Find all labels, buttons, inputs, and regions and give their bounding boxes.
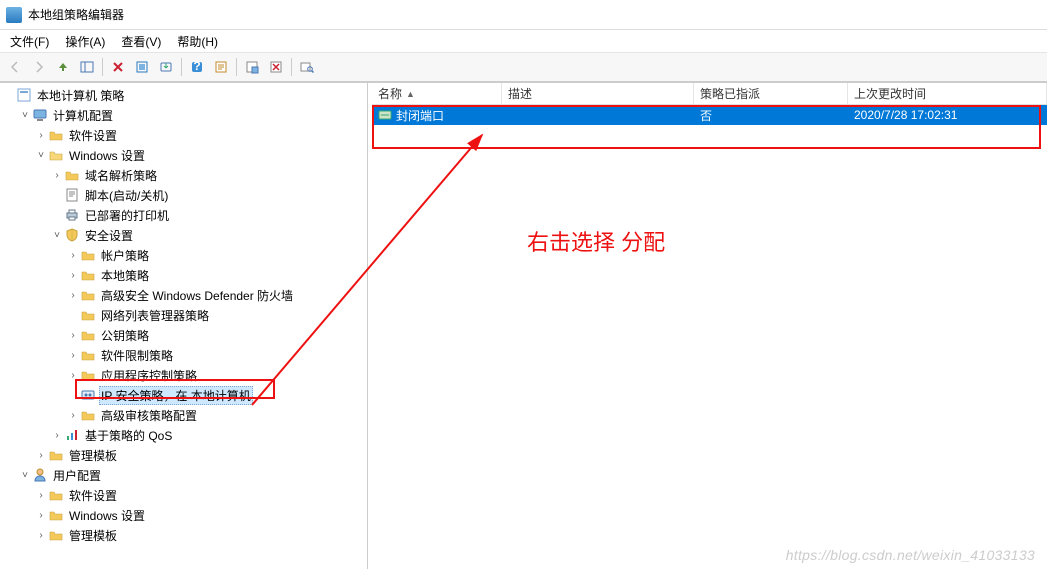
export-icon[interactable] xyxy=(155,56,177,78)
list-row[interactable]: 封闭端口 否 2020/7/28 17:02:31 xyxy=(372,105,1047,125)
folder-icon xyxy=(48,527,64,543)
menu-file[interactable]: 文件(F) xyxy=(4,31,55,52)
list-pane: 名称▲ 描述 策略已指派 上次更改时间 封闭端口 否 2020/7/28 17:… xyxy=(372,83,1047,569)
folder-icon xyxy=(80,247,96,263)
tree-user-software-settings[interactable]: ›软件设置 xyxy=(0,485,367,505)
list-body[interactable]: 封闭端口 否 2020/7/28 17:02:31 右击选择 分配 xyxy=(372,105,1047,569)
policy-icon xyxy=(16,87,32,103)
folder-icon xyxy=(48,447,64,463)
back-icon[interactable] xyxy=(4,56,26,78)
cell-name: 封闭端口 xyxy=(372,107,502,124)
folder-icon xyxy=(80,367,96,383)
toolbar: ? xyxy=(0,52,1047,82)
cell-assigned: 否 xyxy=(694,107,848,124)
cell-last-change: 2020/7/28 17:02:31 xyxy=(848,108,1047,122)
folder-icon xyxy=(80,307,96,323)
help-icon[interactable]: ? xyxy=(186,56,208,78)
tree-defender-firewall[interactable]: ›高级安全 Windows Defender 防火墙 xyxy=(0,285,367,305)
ipsec-icon xyxy=(80,387,96,403)
tree-user-windows-settings[interactable]: ›Windows 设置 xyxy=(0,505,367,525)
toolbar-separator xyxy=(102,58,103,76)
app-icon xyxy=(6,7,22,23)
folder-icon xyxy=(80,267,96,283)
menu-action[interactable]: 操作(A) xyxy=(59,31,111,52)
col-assigned[interactable]: 策略已指派 xyxy=(694,83,848,104)
properties-icon[interactable] xyxy=(210,56,232,78)
toolbar-separator-2 xyxy=(181,58,182,76)
forward-icon[interactable] xyxy=(28,56,50,78)
computer-icon xyxy=(32,107,48,123)
find-icon[interactable] xyxy=(296,56,318,78)
tree-local-policy[interactable]: ›本地策略 xyxy=(0,265,367,285)
menu-view[interactable]: 查看(V) xyxy=(115,31,167,52)
folder-icon xyxy=(80,407,96,423)
tree-account-policy[interactable]: ›帐户策略 xyxy=(0,245,367,265)
tree-ip-security[interactable]: ▸IP 安全策略，在 本地计算机 xyxy=(0,385,367,405)
tree-qos[interactable]: ›基于策略的 QoS xyxy=(0,425,367,445)
policy-item-icon xyxy=(378,108,392,122)
folder-open-icon xyxy=(48,147,64,163)
folder-icon xyxy=(48,127,64,143)
tree-dns-policy[interactable]: ›域名解析策略 xyxy=(0,165,367,185)
tree-scripts[interactable]: ▸脚本(启动/关机) xyxy=(0,185,367,205)
delete-icon[interactable] xyxy=(107,56,129,78)
tree-user-config[interactable]: ˅用户配置 xyxy=(0,465,367,485)
tree-netlist-manager[interactable]: ▸网络列表管理器策略 xyxy=(0,305,367,325)
col-desc[interactable]: 描述 xyxy=(502,83,694,104)
filter-icon[interactable] xyxy=(241,56,263,78)
tree-software-restriction[interactable]: ›软件限制策略 xyxy=(0,345,367,365)
tree-user-admin-templates[interactable]: ›管理模板 xyxy=(0,525,367,545)
sort-asc-icon: ▲ xyxy=(406,89,415,99)
tree-adv-audit[interactable]: ›高级审核策略配置 xyxy=(0,405,367,425)
tree-app-control[interactable]: ›应用程序控制策略 xyxy=(0,365,367,385)
refresh-icon[interactable] xyxy=(131,56,153,78)
tree-pane[interactable]: ▸本地计算机 策略 ˅计算机配置 ›软件设置 ˅Windows 设置 ›域名解析… xyxy=(0,83,368,569)
folder-icon xyxy=(48,487,64,503)
printer-icon xyxy=(64,207,80,223)
show-hide-icon[interactable] xyxy=(76,56,98,78)
annotation-instruction: 右击选择 分配 xyxy=(527,225,665,257)
up-icon[interactable] xyxy=(52,56,74,78)
col-last-change[interactable]: 上次更改时间 xyxy=(848,83,1047,104)
folder-icon xyxy=(80,287,96,303)
qos-icon xyxy=(64,427,80,443)
folder-icon xyxy=(80,347,96,363)
script-icon xyxy=(64,187,80,203)
shield-icon xyxy=(64,227,80,243)
folder-icon xyxy=(64,167,80,183)
col-name[interactable]: 名称▲ xyxy=(372,83,502,104)
tree-software-settings[interactable]: ›软件设置 xyxy=(0,125,367,145)
titlebar: 本地组策略编辑器 xyxy=(0,0,1047,30)
svg-text:?: ? xyxy=(193,60,200,73)
tree-deployed-printers[interactable]: ▸已部署的打印机 xyxy=(0,205,367,225)
toolbar-separator-4 xyxy=(291,58,292,76)
tree-windows-settings[interactable]: ˅Windows 设置 xyxy=(0,145,367,165)
toolbar-separator-3 xyxy=(236,58,237,76)
folder-icon xyxy=(80,327,96,343)
menu-help[interactable]: 帮助(H) xyxy=(171,31,224,52)
tree-pubkey-policy[interactable]: ›公钥策略 xyxy=(0,325,367,345)
tree-root[interactable]: ▸本地计算机 策略 xyxy=(0,85,367,105)
window-title: 本地组策略编辑器 xyxy=(28,6,124,23)
list-header: 名称▲ 描述 策略已指派 上次更改时间 xyxy=(372,83,1047,105)
main-area: ▸本地计算机 策略 ˅计算机配置 ›软件设置 ˅Windows 设置 ›域名解析… xyxy=(0,82,1047,569)
tree-admin-templates[interactable]: ›管理模板 xyxy=(0,445,367,465)
tree-security-settings[interactable]: ˅安全设置 xyxy=(0,225,367,245)
tree-computer-config[interactable]: ˅计算机配置 xyxy=(0,105,367,125)
user-icon xyxy=(32,467,48,483)
folder-icon xyxy=(48,507,64,523)
menubar: 文件(F) 操作(A) 查看(V) 帮助(H) xyxy=(0,30,1047,52)
stop-icon[interactable] xyxy=(265,56,287,78)
